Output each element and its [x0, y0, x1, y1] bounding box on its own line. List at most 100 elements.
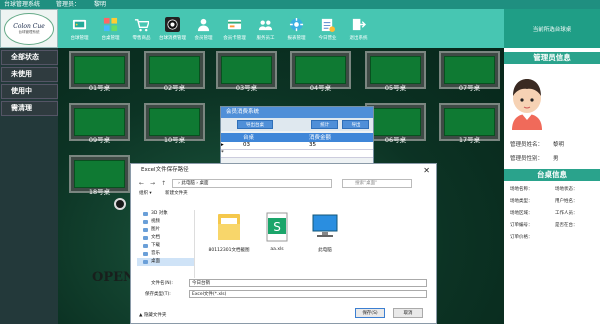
- new-folder-button[interactable]: 新建文件夹: [165, 191, 188, 196]
- tree-item[interactable]: 下载: [137, 242, 194, 250]
- table-row[interactable]: ▸ 03 35: [221, 142, 373, 150]
- consume-toolbar: 导出台桌 统计 导出: [221, 118, 373, 131]
- export-button[interactable]: 导出: [342, 120, 370, 129]
- staff-icon: [258, 19, 273, 30]
- logo-subtext: 台球管理系统: [18, 29, 40, 34]
- save-dialog-title: Excel文件保存路径 ✕: [141, 164, 430, 177]
- table-label: 10号桌: [163, 136, 186, 144]
- toolbar-exit-button[interactable]: 退出系统: [343, 9, 374, 48]
- sidebar-item-all[interactable]: 全部状态: [1, 50, 58, 65]
- tree-item[interactable]: 音乐: [137, 250, 194, 258]
- folder-icon: [143, 228, 148, 232]
- table-label: 05号桌: [384, 84, 407, 92]
- table-label: 03号桌: [235, 84, 258, 92]
- folder-icon: [143, 236, 148, 240]
- up-icon[interactable]: ↑: [161, 180, 166, 187]
- table-label: 06号桌: [384, 136, 407, 144]
- folder-icon: [218, 214, 240, 240]
- filetype-label: 保存类型(T):: [145, 292, 171, 297]
- cancel-button[interactable]: 取消: [393, 308, 423, 318]
- cell-amount: 35: [309, 142, 316, 148]
- logo: Colon Cue 台球管理系统: [0, 9, 58, 48]
- toolbar-card-button[interactable]: 会员卡管理: [219, 9, 250, 48]
- spreadsheet-icon: S: [266, 212, 288, 242]
- admin-gender-row: 管理员性别：男: [510, 156, 559, 162]
- admin-gender-value: 男: [553, 156, 559, 162]
- back-icon[interactable]: ←: [139, 180, 144, 187]
- tree-item[interactable]: 文档: [137, 234, 194, 242]
- field-label: 场地状态：: [555, 187, 578, 192]
- toolbar-table-button[interactable]: 台桌管理: [95, 9, 126, 48]
- table-label: 02号桌: [163, 84, 186, 92]
- table-row-empty[interactable]: *: [221, 150, 373, 158]
- sidebar-item-unused[interactable]: 未使用: [1, 67, 58, 82]
- status-sidebar: 全部状态 未使用 使用中 需清理: [0, 48, 58, 324]
- selected-table-header: 当前所选台球桌: [504, 9, 600, 48]
- navigation-bar: ← → ↑ › 此电脑 › 桌面 搜索"桌面": [131, 177, 436, 189]
- avatar: [512, 79, 542, 130]
- report-icon: [321, 18, 335, 32]
- exit-icon: [352, 18, 366, 30]
- toolbar-report-button[interactable]: 报表管理: [281, 9, 312, 48]
- logo-text: Colon Cue: [13, 22, 45, 30]
- cell-table: 03: [243, 142, 250, 148]
- field-label: 场地类型：: [510, 199, 533, 204]
- filename-label: 文件名(N):: [151, 281, 173, 286]
- manager-label: 管理员：: [55, 1, 80, 8]
- file-item[interactable]: 80112301文档截图: [207, 212, 251, 253]
- info-panel: 当前所选台球桌 管理员信息 管理员姓名： 黎明 管理员性别：男 台桌信息 场地名称…: [504, 9, 600, 324]
- toolbar-consume-button[interactable]: 台球消费管理: [157, 9, 188, 48]
- admin-name-row: 管理员姓名： 黎明: [510, 142, 565, 148]
- title-bar: 台球管理系统 管理员： 黎明: [0, 0, 600, 9]
- search-input[interactable]: 搜索"桌面": [342, 178, 413, 188]
- close-icon[interactable]: ✕: [423, 164, 430, 177]
- tree-item[interactable]: 图片: [137, 226, 194, 234]
- desktop-icon: [143, 260, 148, 264]
- address-bar[interactable]: › 此电脑 › 桌面: [172, 178, 333, 188]
- grid-icon: [103, 17, 118, 31]
- folder-tree: 3D 对象 视频 图片 文档 下载 音乐 桌面: [137, 210, 195, 278]
- admin-info-title: 管理员信息: [504, 52, 600, 64]
- filetype-select[interactable]: Excel文件(*.xls): [189, 290, 427, 298]
- field-label: 场地名称：: [510, 187, 533, 192]
- tree-item[interactable]: 视频: [137, 218, 194, 226]
- toolbar-today-button[interactable]: 今日营业: [312, 9, 343, 48]
- field-label: 用户姓名：: [555, 199, 578, 204]
- hide-folders-button[interactable]: ▲ 隐藏文件夹: [139, 312, 166, 318]
- music-icon: [143, 252, 148, 256]
- filename-input[interactable]: 今日台销: [189, 279, 427, 287]
- billiard-ball-icon: [165, 16, 180, 32]
- admin-name-value: 黎明: [553, 142, 565, 148]
- toolbar-member-button[interactable]: 会员管理: [188, 9, 219, 48]
- table-label: 01号桌: [88, 84, 111, 92]
- organize-button[interactable]: 组织 ▾: [139, 191, 152, 196]
- table-label: 18号桌: [88, 188, 111, 196]
- forward-icon[interactable]: →: [150, 180, 155, 187]
- sidebar-item-in-use[interactable]: 使用中: [1, 84, 58, 99]
- sidebar-item-needs-cleaning[interactable]: 需清理: [1, 101, 58, 116]
- column-header-table: 台桌: [243, 135, 255, 141]
- export-tables-button[interactable]: 导出台桌: [237, 120, 273, 129]
- column-header-amount: 消费金额: [309, 135, 332, 141]
- toolbar-billiards-button[interactable]: 台球管理: [64, 9, 95, 48]
- tree-item[interactable]: 3D 对象: [137, 210, 194, 218]
- save-button[interactable]: 保存(S): [355, 308, 385, 318]
- file-item[interactable]: 此电脑: [303, 212, 347, 253]
- field-label: 场地区域：: [510, 211, 533, 216]
- stats-button[interactable]: 统计: [311, 120, 339, 129]
- download-icon: [143, 244, 148, 248]
- card-icon: [227, 19, 242, 29]
- table-label: 17号桌: [458, 136, 481, 144]
- computer-icon: [312, 214, 338, 237]
- toolbar: 台球管理 台桌管理 零售商品 台球消费管理 会员管理 会员卡管理 服务员工 报表…: [58, 9, 504, 48]
- toolbar-staff-button[interactable]: 服务员工: [250, 9, 281, 48]
- toolbar-retail-button[interactable]: 零售商品: [126, 9, 157, 48]
- table-label: 09号桌: [88, 136, 111, 144]
- folder-icon: [143, 212, 148, 216]
- field-label: 是否在台：: [555, 223, 578, 228]
- dialog-toolbar: 组织 ▾ 新建文件夹: [131, 189, 436, 199]
- file-item[interactable]: S aa.xls: [255, 212, 299, 252]
- grid-header: 台桌 消费金额: [221, 133, 373, 142]
- tree-item-selected[interactable]: 桌面: [137, 258, 194, 266]
- save-file-dialog: Excel文件保存路径 ✕ ← → ↑ › 此电脑 › 桌面 搜索"桌面" 组织…: [130, 163, 437, 324]
